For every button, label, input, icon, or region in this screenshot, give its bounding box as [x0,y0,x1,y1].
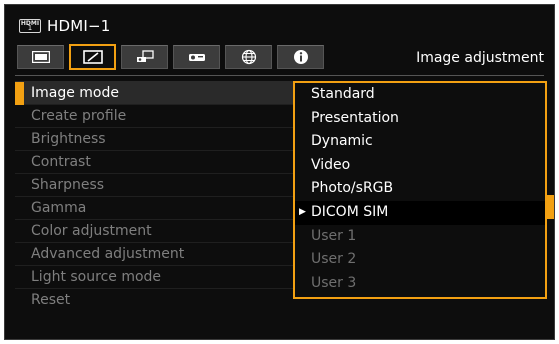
projector-icon [188,54,205,61]
menu-item-label: Sharpness [31,177,105,193]
image-mode-dropdown[interactable]: Standard Presentation Dynamic Video Phot… [293,81,547,299]
menu-item-label: Image mode [31,85,119,101]
header-divider [15,75,544,76]
option-presentation[interactable]: Presentation [295,107,545,131]
hdmi-logo-number: 1 [27,24,33,32]
menu-item-label: Brightness [31,131,106,147]
option-video[interactable]: Video [295,154,545,178]
image-adjust-icon [82,50,103,64]
menu-item-label: Reset [31,292,71,308]
menu-item-label: Advanced adjustment [31,246,185,262]
tab-network[interactable] [225,45,272,69]
current-selection-arrow-icon: ▶ [299,206,306,217]
menu-item-label: Color adjustment [31,223,152,239]
input-source-name: HDMI−1 [47,17,111,35]
option-user-3[interactable]: User 3 [295,272,545,296]
option-label: Standard [311,86,375,102]
option-label: Video [311,156,351,173]
tab-display[interactable] [17,45,64,69]
menu-item-label: Light source mode [31,269,162,285]
tab-information[interactable] [277,45,324,69]
option-label: User 2 [311,251,357,268]
option-label: DICOM SIM [311,203,389,220]
hdmi-icon: HDMI 1 [19,19,41,33]
option-dicom-sim[interactable]: ▶ DICOM SIM [295,200,545,225]
osd-menu-screen: HDMI 1 HDMI−1 Image adjustment Image mod… [4,4,555,340]
info-icon [293,50,308,64]
menu-item-label: Create profile [31,108,127,124]
option-label: User 3 [311,274,357,291]
tab-installation[interactable] [121,45,168,69]
option-label: Photo/sRGB [311,180,394,197]
tab-system[interactable] [173,45,220,69]
option-standard[interactable]: Standard [295,83,545,107]
menu-tab-bar [17,44,324,71]
input-source-indicator: HDMI 1 HDMI−1 [19,15,111,37]
menu-item-label: Contrast [31,154,91,170]
option-label: Dynamic [311,133,373,150]
tab-image-adjustment[interactable] [69,44,116,70]
panel-title: Image adjustment [416,50,544,66]
picture-icon [31,51,50,63]
installation-icon [136,50,154,62]
option-dynamic[interactable]: Dynamic [295,130,545,154]
network-icon [241,49,256,65]
option-photo-srgb[interactable]: Photo/sRGB [295,177,545,201]
menu-item-label: Gamma [31,200,87,216]
selection-marker [15,82,24,105]
option-user-1[interactable]: User 1 [295,225,545,249]
option-user-2[interactable]: User 2 [295,248,545,272]
option-label: Presentation [311,109,399,126]
option-label: User 1 [311,227,357,244]
dropdown-scroll-indicator[interactable] [545,195,554,219]
